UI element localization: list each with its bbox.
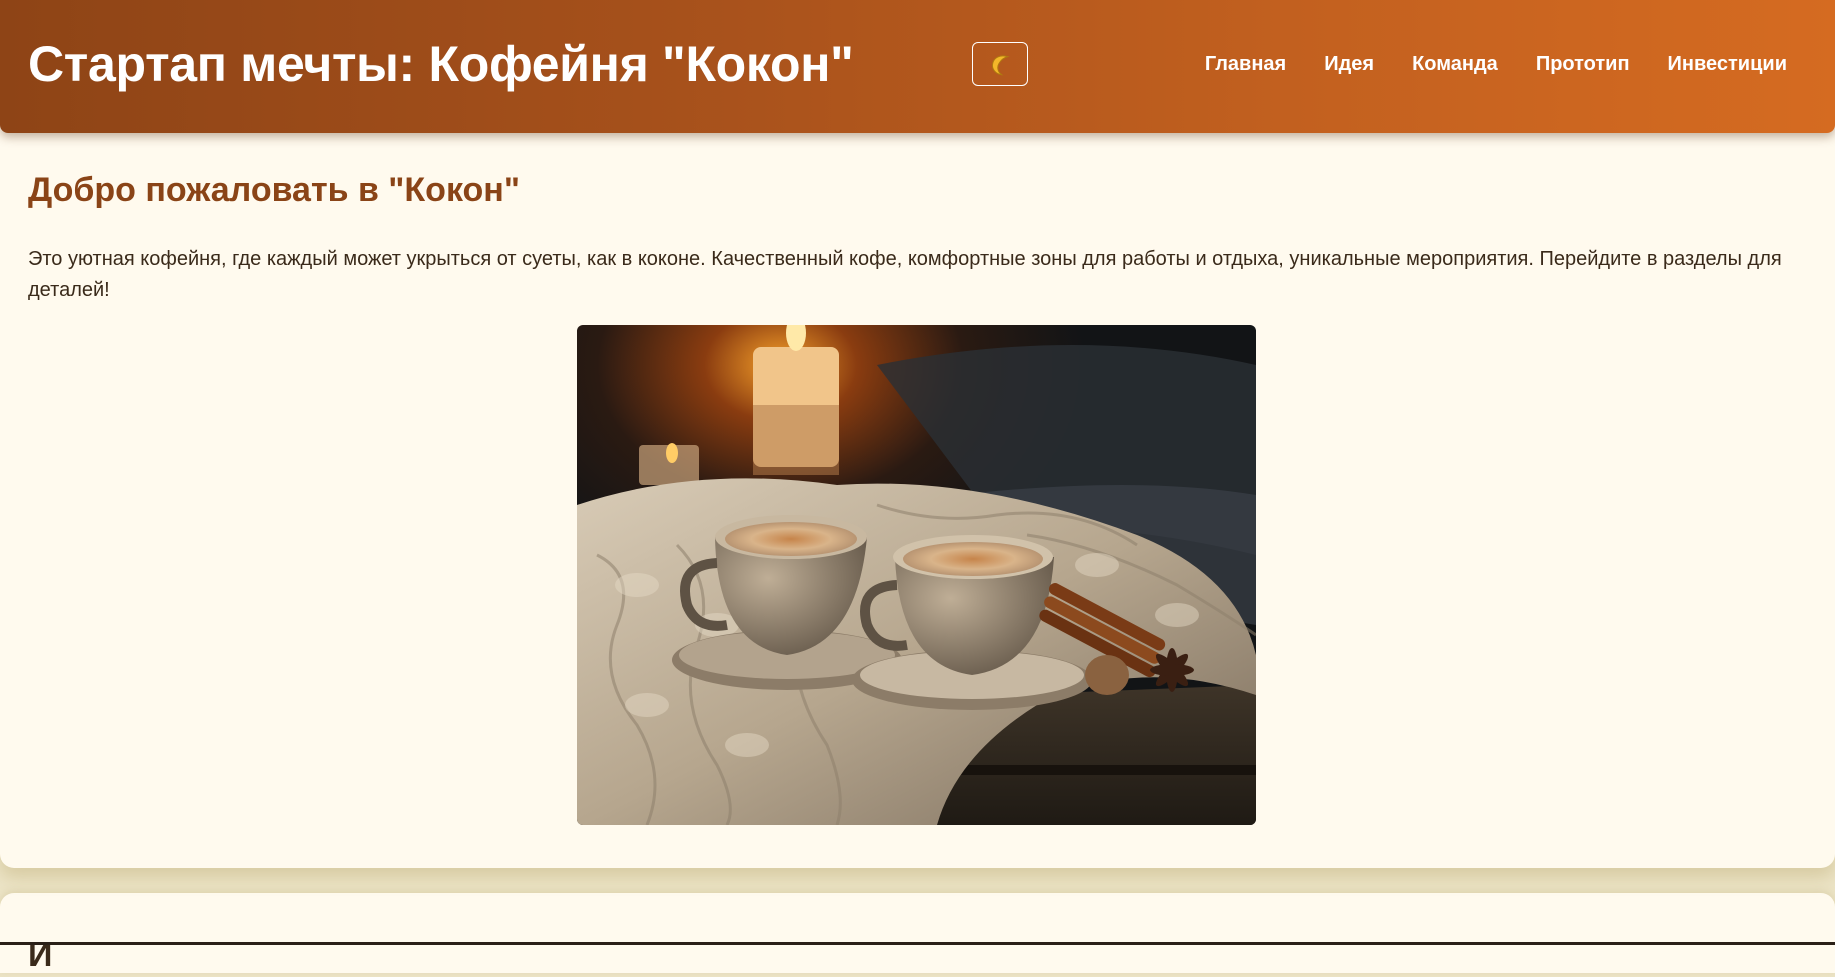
nav-link-team[interactable]: Команда	[1412, 50, 1498, 78]
welcome-title: Добро пожаловать в "Кокон"	[28, 171, 520, 209]
coffee-photo-illustration	[577, 325, 1256, 825]
site-title: Стартап мечты: Кофейня "Кокон"	[28, 36, 854, 92]
moon-icon	[991, 55, 1010, 76]
nav-link-home[interactable]: Главная	[1205, 50, 1286, 78]
next-section-title: И	[28, 936, 53, 974]
main-nav: Главная Идея Команда Прототип Инвестиции	[1167, 50, 1787, 78]
nav-link-investments[interactable]: Инвестиции	[1668, 50, 1787, 78]
site-header: Стартап мечты: Кофейня "Кокон" Главная И…	[0, 0, 1835, 133]
nav-link-idea[interactable]: Идея	[1324, 50, 1374, 78]
cozy-coffee-cups-photo	[577, 325, 1256, 825]
theme-toggle-button[interactable]	[972, 42, 1028, 86]
welcome-section: Добро пожаловать в "Кокон" Это уютная ко…	[0, 120, 1835, 868]
nav-link-prototype[interactable]: Прототип	[1536, 50, 1630, 78]
next-section: И	[0, 893, 1835, 974]
welcome-text: Это уютная кофейня, где каждый может укр…	[28, 248, 1782, 301]
